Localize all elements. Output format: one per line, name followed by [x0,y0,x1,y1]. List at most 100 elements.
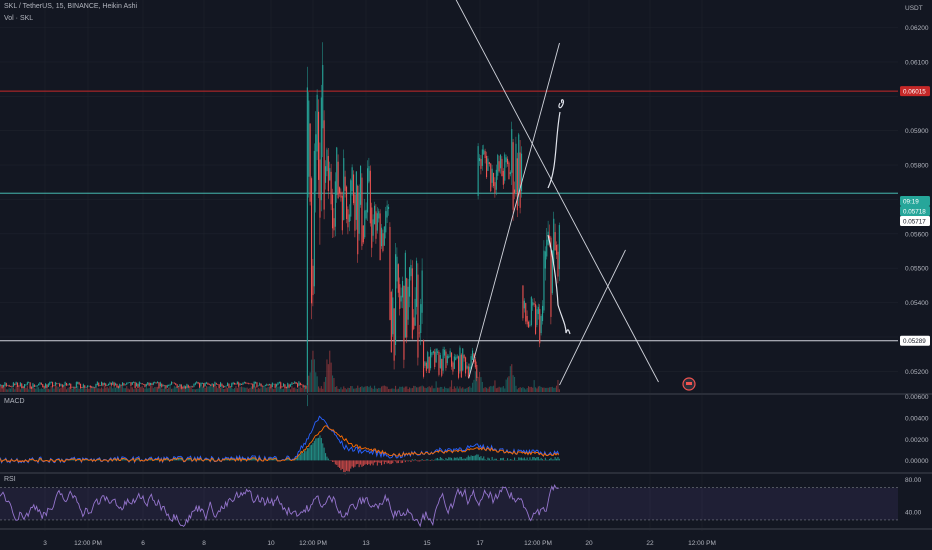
volume-bar [404,386,406,392]
candle-body [96,381,98,386]
macd-histogram-bar [348,460,350,472]
volume-bar [42,388,44,392]
candle-body [103,382,105,385]
macd-histogram-bar [410,460,412,463]
candle-body [22,386,24,389]
macd-histogram-bar [463,458,465,461]
macd-histogram-bar [481,458,483,461]
volume-bar [339,389,341,392]
macd-histogram-bar [523,457,525,461]
price-tick-label: 0.06100 [905,59,929,66]
trendline-ascending-lower[interactable] [559,249,626,386]
time-axis[interactable]: 3 12:00 PM 6 8 10 12:00 PM 13 15 17 12:00 PM 20 22 1… [0,531,932,550]
candle-body [143,384,145,385]
macd-histogram-bar [526,457,528,461]
flag-marker[interactable] [682,377,696,391]
macd-histogram-bar [553,459,555,461]
candle-body [529,324,531,326]
macd-pane[interactable] [0,415,560,475]
macd-histogram-bar [494,458,496,461]
tradingview-chart[interactable]: USDT 0.06200 0.06100 0.05900 0.05800 0.05600 0… [0,0,932,550]
candle-body [162,384,164,387]
volume-bar [260,387,262,392]
pane-separator-volume[interactable] [0,393,932,395]
candle-body [176,384,178,388]
volume-bar [255,386,257,392]
macd-histogram-bar [540,457,542,461]
volume-bar [522,387,524,392]
candle-body [511,129,513,173]
candle-body [388,206,390,210]
chart-canvas[interactable]: USDT 0.06200 0.06100 0.05900 0.05800 0.05600 0… [0,0,932,550]
macd-histogram-bar [395,460,397,462]
trendline-drawings[interactable] [444,0,659,386]
macd-histogram-bar [305,451,307,461]
candle-body [194,382,196,385]
candle-body [287,383,289,388]
volume-bar [456,386,458,392]
volume-bar [502,386,504,392]
price-axis[interactable]: USDT 0.06200 0.06100 0.05900 0.05800 0.05600 0… [905,5,929,516]
macd-histogram-bar [389,460,391,465]
symbol-legend[interactable]: SKL / TetherUS, 15, BINANCE, Heikin Ashi [4,3,137,10]
candle-body [178,386,180,387]
rsi-legend[interactable]: RSI [4,476,16,483]
macd-histogram-bar [407,460,409,462]
candle-body [281,386,283,388]
price-axis-unit: USDT [905,5,923,12]
volume-bar [557,379,559,392]
volume-bar [490,386,492,392]
volume-bar [301,387,303,392]
candle-body [246,383,248,384]
candle-body [42,384,44,388]
trendline-descending[interactable] [444,0,659,383]
candle-body [421,270,423,313]
candle-body [199,383,201,388]
macd-histogram-bar [519,457,521,461]
candle-body [24,384,26,388]
volume-bar [558,389,560,392]
candle-body [540,315,542,334]
volume-bar [109,386,111,392]
volume-bar [463,388,465,392]
volume-bar [257,387,259,392]
pane-separator-rsi[interactable] [0,528,932,530]
volume-bar [256,389,258,392]
trendline-ascending-main[interactable] [468,42,560,379]
candle-body [423,340,425,377]
candle-body [444,349,446,356]
macd-histogram-bar [438,459,440,461]
macd-legend[interactable]: MACD [4,398,25,405]
candle-body [558,225,560,270]
candle-body [500,154,502,169]
candle-body [169,384,171,386]
volume-bar [189,387,191,392]
price-pane[interactable] [0,0,898,407]
candle-body [288,384,290,388]
volume-bar [336,386,338,392]
candle-body [35,386,37,387]
candle-body [276,384,278,387]
candle-body [214,381,216,387]
volume-bar [0,385,2,392]
volume-bar [393,388,395,392]
volume-bar [375,388,377,392]
candle-body [138,381,140,387]
candle-body [108,383,110,386]
candle-body [227,382,229,386]
pane-separator-macd[interactable] [0,472,932,474]
volume-bar [542,387,544,392]
volume-bar [369,385,371,392]
candle-body [382,233,384,252]
macd-histogram-bar [467,455,469,461]
volume-bar [1,388,3,392]
rsi-pane[interactable] [0,484,898,528]
macd-histogram-bar [299,454,301,461]
candle-body [101,382,103,386]
candle-body [172,382,174,384]
volume-bar [386,386,388,392]
volume-bar [35,388,37,392]
volume-bar [371,387,373,392]
volume-legend[interactable]: Vol · SKL [4,15,33,22]
candle-body [544,251,546,269]
